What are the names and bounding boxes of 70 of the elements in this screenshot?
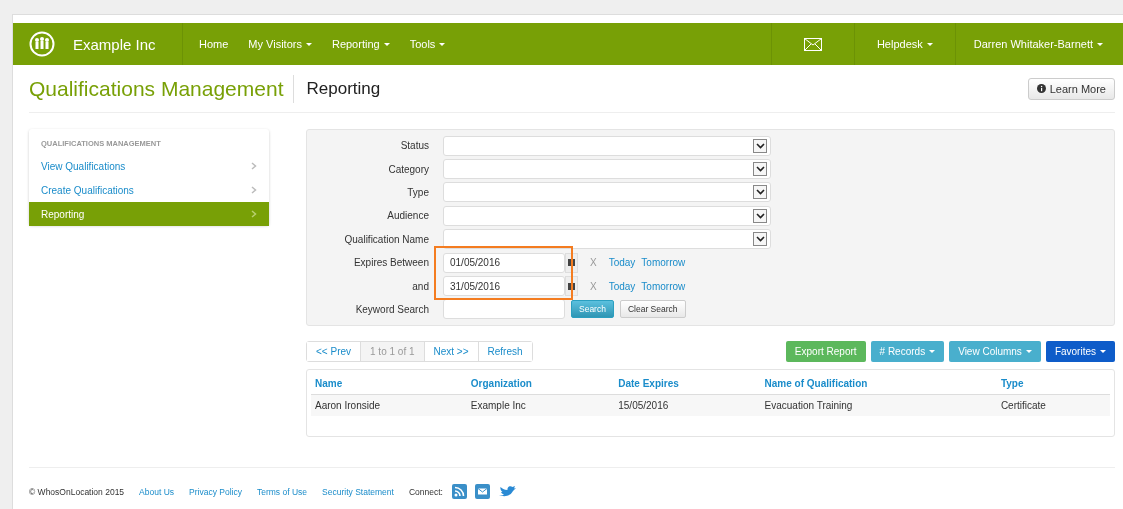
clear-search-button[interactable]: Clear Search <box>619 300 686 319</box>
brand-name[interactable]: Example Inc <box>73 35 156 53</box>
chevron-down-icon <box>753 138 767 153</box>
table-cell: 15/05/2016 <box>614 394 761 417</box>
chevron-down-icon <box>753 162 767 177</box>
table-cell: Aaron Ironside <box>311 394 467 417</box>
people-logo-icon <box>29 31 55 57</box>
nav-menu-item[interactable]: Darren Whitaker-Barnett <box>973 38 1103 50</box>
footer-link[interactable]: Terms of Use <box>257 486 308 497</box>
copyright-text: © WhosOnLocation 2015 <box>29 486 125 497</box>
nav-menu-item[interactable]: Home <box>189 38 239 50</box>
page-title: Qualifications Management <box>29 74 295 103</box>
chevron-down-icon <box>753 208 767 223</box>
select-field[interactable] <box>443 159 771 180</box>
sidebar-item[interactable]: Create Qualifications <box>29 178 269 202</box>
select-field[interactable] <box>443 182 771 203</box>
tomorrow-link[interactable]: Tomorrow <box>641 257 686 269</box>
action-button[interactable]: View Columns <box>949 341 1041 363</box>
field-label: Expires Between <box>352 257 429 269</box>
clear-date-button[interactable]: X <box>584 280 603 292</box>
date-field[interactable]: 01/05/2016 <box>443 252 565 273</box>
chevron-icon <box>251 162 257 170</box>
footer-link[interactable]: Security Statement <box>322 486 394 497</box>
keyword-field[interactable] <box>443 299 565 320</box>
mail-icon[interactable] <box>474 484 490 500</box>
field-label: Category <box>387 163 429 175</box>
action-button[interactable]: Export Report <box>785 341 866 363</box>
field-label: and <box>411 280 429 292</box>
column-header[interactable]: Date Expires <box>614 373 761 395</box>
field-label: Keyword Search <box>354 303 429 315</box>
field-label: Status <box>399 140 429 152</box>
nav-menu-item[interactable]: Helpdesk <box>876 38 933 50</box>
select-field[interactable] <box>443 229 771 250</box>
chevron-down-icon <box>753 185 767 200</box>
date-field[interactable]: 31/05/2016 <box>443 276 565 297</box>
field-label: Audience <box>386 210 429 222</box>
action-button[interactable]: Favorites <box>1045 341 1115 363</box>
field-label: Qualification Name <box>343 233 429 245</box>
select-field[interactable] <box>443 135 771 156</box>
field-label: Type <box>406 186 429 198</box>
connect-label: Connect: <box>408 486 443 497</box>
footer-link[interactable]: About Us <box>139 486 175 497</box>
today-link[interactable]: Today <box>608 257 636 269</box>
page-subtitle: Reporting <box>306 78 381 99</box>
clear-date-button[interactable]: X <box>584 257 603 269</box>
column-header[interactable]: Name <box>311 373 467 395</box>
today-link[interactable]: Today <box>608 280 636 292</box>
page-range: 1 to 1 of 1 <box>361 342 425 362</box>
chevron-down-icon <box>753 232 767 247</box>
column-header[interactable]: Organization <box>466 373 615 395</box>
rss-icon[interactable] <box>451 484 467 500</box>
nav-menu-item[interactable]: Reporting <box>321 38 400 50</box>
footer-link[interactable]: Privacy Policy <box>189 486 242 497</box>
search-button[interactable]: Search <box>571 300 614 319</box>
chevron-icon <box>251 210 257 218</box>
learn-more-button[interactable]: Learn More <box>1027 77 1115 100</box>
sidebar-item[interactable]: View Qualifications <box>29 154 269 178</box>
mail-icon[interactable] <box>803 37 822 51</box>
nav-menu-item[interactable]: Tools <box>399 38 456 50</box>
action-button[interactable]: # Records <box>870 341 945 363</box>
nav-menu-item[interactable]: My Visitors <box>238 38 322 50</box>
sidebar-item[interactable]: Reporting <box>29 202 269 226</box>
column-header[interactable]: Name of Qualification <box>760 373 997 395</box>
column-header[interactable]: Type <box>996 373 1110 395</box>
chevron-icon <box>251 186 257 194</box>
info-icon <box>1036 84 1046 93</box>
tomorrow-link[interactable]: Tomorrow <box>641 280 686 292</box>
select-field[interactable] <box>443 205 771 226</box>
table-cell: Evacuation Training <box>760 394 997 417</box>
prev-page-link[interactable]: << Prev <box>307 342 362 362</box>
